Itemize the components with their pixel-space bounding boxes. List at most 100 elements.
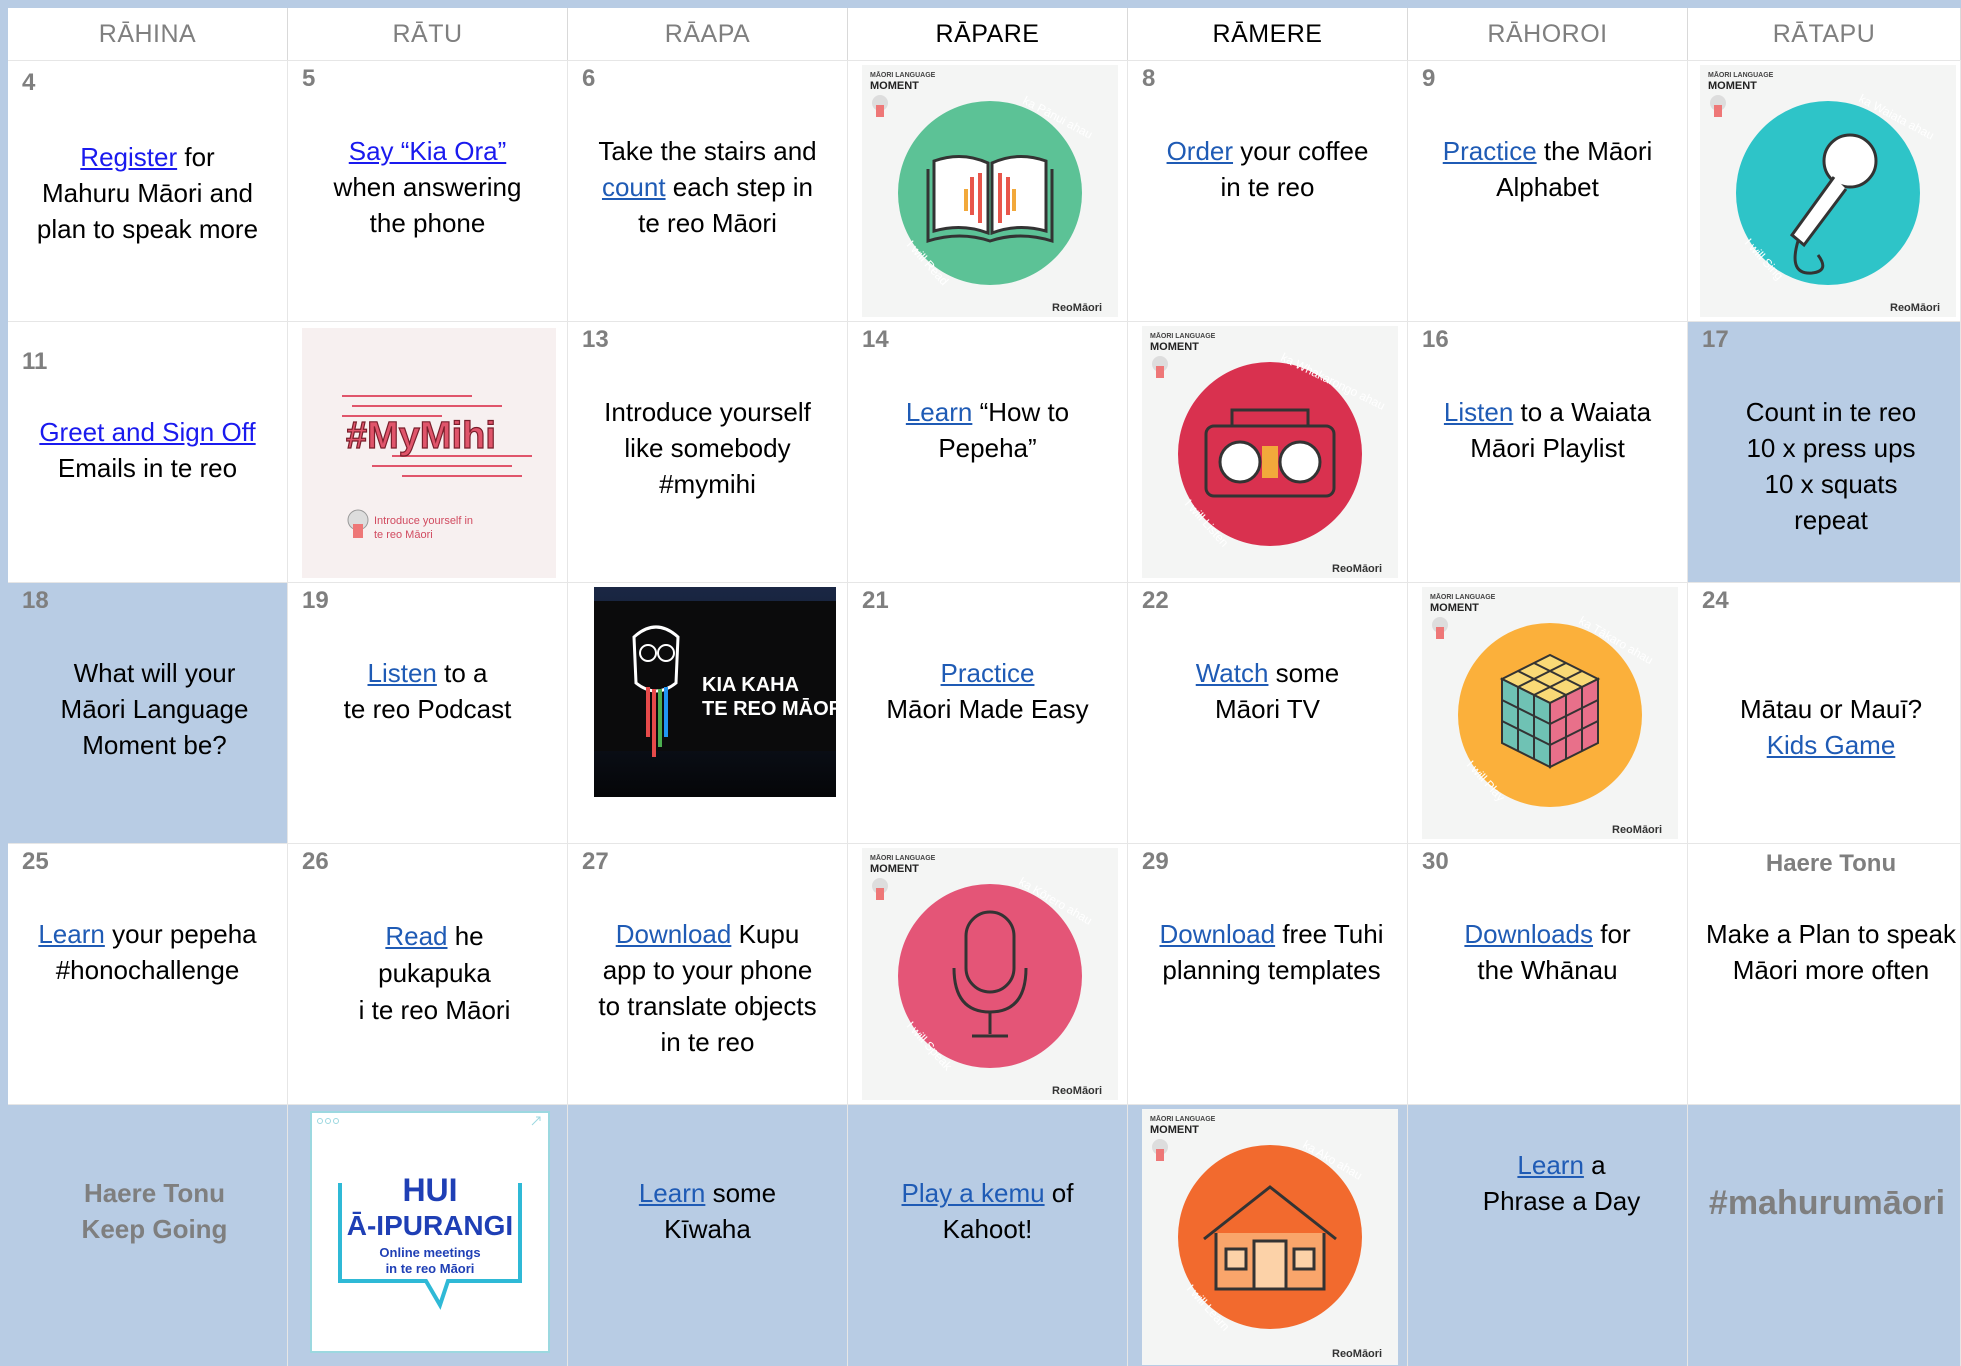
i-will-learn-image: MĀORI LANGUAGE MOMENT ka Ako ahau I will… xyxy=(1142,1109,1398,1365)
day-number: 27 xyxy=(582,848,609,875)
read-pukapuka-link[interactable]: Read xyxy=(385,921,447,951)
day-number: 6 xyxy=(582,65,596,92)
day-cell-10: MĀORI LANGUAGE MOMENT ka Waiata ahau I w… xyxy=(1688,60,1961,321)
svg-text:TE REO MĀORI: TE REO MĀORI xyxy=(702,698,836,720)
day-activity: Learn your pepeha #honochallenge xyxy=(38,919,257,985)
header-rapare: RĀPARE xyxy=(848,8,1128,60)
svg-text:MĀORI LANGUAGE: MĀORI LANGUAGE xyxy=(1150,1115,1216,1123)
day-activity: Listen to a Waiata Māori Playlist xyxy=(1443,397,1652,463)
kia-kaha-photo: KIA KAHA TE REO MĀORI xyxy=(594,587,836,797)
day-activity: Say “Kia Ora” when answering the phone xyxy=(333,136,522,238)
header-ratapu: RĀTAPU xyxy=(1688,8,1961,60)
day-number: 17 xyxy=(1702,326,1729,353)
keep-going-text: Haere Tonu Keep Going xyxy=(81,1178,228,1244)
day-activity: Mātau or Mauī? Kids Game xyxy=(1739,694,1923,760)
day-cell-23: MĀORI LANGUAGE MOMENT ka Tākaro ahau I w… xyxy=(1408,582,1688,843)
day-cell-26: 26 Read he pukapuka i te reo Māori xyxy=(288,843,568,1104)
learn-kiwaha-link[interactable]: Learn xyxy=(639,1178,706,1208)
calendar-grid: RĀHINA RĀTU RĀAPA RĀPARE RĀMERE RĀHOROI … xyxy=(8,8,1961,1366)
day-cell-24: 24 Mātau or Mauī? Kids Game xyxy=(1688,582,1961,843)
mahuru-maori-hashtag: #mahurumāori xyxy=(1708,1184,1946,1222)
learn-your-pepeha-link[interactable]: Learn xyxy=(38,919,105,949)
listen-playlist-link[interactable]: Listen xyxy=(1444,397,1513,427)
svg-text:Ā-IPURANGI: Ā-IPURANGI xyxy=(347,1210,513,1241)
day-cell-25: 25 Learn your pepeha #honochallenge xyxy=(8,843,288,1104)
svg-text:ReoMāori: ReoMāori xyxy=(1052,1085,1102,1097)
count-link[interactable]: count xyxy=(602,172,666,202)
day-activity: Learn some Kīwaha xyxy=(638,1178,777,1244)
day-cell-17: 17 Count in te reo 10 x press ups 10 x s… xyxy=(1688,321,1961,582)
day-cell-5: 5 Say “Kia Ora” when answering the phone xyxy=(288,60,568,321)
day-activity: Make a Plan to speak Māori more often xyxy=(1705,919,1957,985)
hui-a-ipurangi-image[interactable]: HUI Ā-IPURANGI Online meetings in te reo… xyxy=(310,1111,550,1353)
svg-text:ReoMāori: ReoMāori xyxy=(1052,302,1102,314)
svg-text:MĀORI LANGUAGE: MĀORI LANGUAGE xyxy=(870,71,936,79)
day-cell-18: 18 What will your Māori Language Moment … xyxy=(8,582,288,843)
svg-text:MOMENT: MOMENT xyxy=(870,80,919,92)
day-cell-20: KIA KAHA TE REO MĀORI xyxy=(568,582,848,843)
svg-text:MOMENT: MOMENT xyxy=(1430,602,1479,614)
register-link[interactable]: Register xyxy=(80,142,177,172)
header-ratu: RĀTU xyxy=(288,8,568,60)
day-activity: Download Kupu app to your phone to trans… xyxy=(598,919,817,1057)
day-number: 24 xyxy=(1702,587,1729,614)
day-number: 21 xyxy=(862,587,889,614)
day-cell-12: #MyMihi Introduce yourself in te reo Māo… xyxy=(288,321,568,582)
header-rahoroi: RĀHOROI xyxy=(1408,8,1688,60)
learn-phrase-link[interactable]: Learn xyxy=(1517,1150,1584,1180)
day-cell-14: 14 Learn “How to Pepeha” xyxy=(848,321,1128,582)
svg-text:te reo Māori: te reo Māori xyxy=(374,529,433,541)
order-link[interactable]: Order xyxy=(1167,136,1233,166)
phrase-a-day-cell: Learn a Phrase a Day xyxy=(1408,1104,1688,1366)
day-activity: Practice Māori Made Easy xyxy=(886,658,1089,724)
day-number: 22 xyxy=(1142,587,1169,614)
day-activity: Take the stairs and count each step in t… xyxy=(598,136,817,238)
day-cell-16: 16 Listen to a Waiata Māori Playlist xyxy=(1408,321,1688,582)
day-activity: Listen to a te reo Podcast xyxy=(343,658,512,724)
day-number: 4 xyxy=(22,69,36,96)
haere-tonu-keep-going-cell: Haere Tonu Keep Going xyxy=(8,1104,288,1366)
kiwaha-cell: Learn some Kīwaha xyxy=(568,1104,848,1366)
day-cell-19: 19 Listen to a te reo Podcast xyxy=(288,582,568,843)
download-tuhi-link[interactable]: Download xyxy=(1159,919,1275,949)
listen-podcast-link[interactable]: Listen xyxy=(368,658,437,688)
day-number: 9 xyxy=(1422,65,1436,92)
say-kia-ora-link[interactable]: Say “Kia Ora” xyxy=(349,136,507,166)
play-kemu-link[interactable]: Play a kemu xyxy=(902,1178,1045,1208)
day-cell-27: 27 Download Kupu app to your phone to tr… xyxy=(568,843,848,1104)
day-activity: Register for Mahuru Māori and plan to sp… xyxy=(36,142,259,244)
watch-maori-tv-link[interactable]: Watch xyxy=(1196,658,1269,688)
header-rahina: RĀHINA xyxy=(8,8,288,60)
day-number: 13 xyxy=(582,326,609,353)
i-will-learn-cell: MĀORI LANGUAGE MOMENT ka Ako ahau I will… xyxy=(1128,1104,1408,1366)
i-will-listen-image: MĀORI LANGUAGE MOMENT ka Whakarongo ahau… xyxy=(1142,326,1398,578)
hashtag-cell: #mahurumāori xyxy=(1688,1104,1961,1366)
i-will-speak-image: MĀORI LANGUAGE MOMENT ka Kōrero ahau I w… xyxy=(862,848,1118,1100)
svg-text:ReoMāori: ReoMāori xyxy=(1890,302,1940,314)
day-cell-11: 11 Greet and Sign Off Emails in te reo xyxy=(8,321,288,582)
practice-maori-made-easy-link[interactable]: Practice xyxy=(941,658,1035,688)
svg-text:MOMENT: MOMENT xyxy=(870,863,919,875)
svg-text:MĀORI LANGUAGE: MĀORI LANGUAGE xyxy=(1708,71,1774,79)
kahoot-cell: Play a kemu of Kahoot! xyxy=(848,1104,1128,1366)
day-cell-30: 30 Downloads for the Whānau xyxy=(1408,843,1688,1104)
day-activity: Order your coffee in te reo xyxy=(1166,136,1369,202)
svg-text:MOMENT: MOMENT xyxy=(1150,1124,1199,1136)
svg-text:ReoMāori: ReoMāori xyxy=(1332,1348,1382,1360)
day-number: 5 xyxy=(302,65,316,92)
day-activity: Greet and Sign Off Emails in te reo xyxy=(39,417,256,483)
greet-sign-off-link[interactable]: Greet and Sign Off xyxy=(39,417,255,447)
kids-game-link[interactable]: Kids Game xyxy=(1767,730,1896,760)
haere-tonu-label: Haere Tonu xyxy=(1765,850,1897,877)
day-cell-6: 6 Take the stairs and count each step in… xyxy=(568,60,848,321)
learn-pepeha-link[interactable]: Learn xyxy=(906,397,973,427)
svg-text:MĀORI LANGUAGE: MĀORI LANGUAGE xyxy=(1150,332,1216,340)
downloads-whanau-link[interactable]: Downloads xyxy=(1464,919,1593,949)
practice-alphabet-link[interactable]: Practice xyxy=(1443,136,1537,166)
day-activity: Downloads for the Whānau xyxy=(1464,919,1631,985)
download-kupu-link[interactable]: Download xyxy=(616,919,732,949)
day-cell-9: 9 Practice the Māori Alphabet xyxy=(1408,60,1688,321)
day-activity: Learn “How to Pepeha” xyxy=(905,397,1070,463)
day-number: 11 xyxy=(22,348,48,375)
day-activity: Download free Tuhi planning templates xyxy=(1159,919,1384,985)
